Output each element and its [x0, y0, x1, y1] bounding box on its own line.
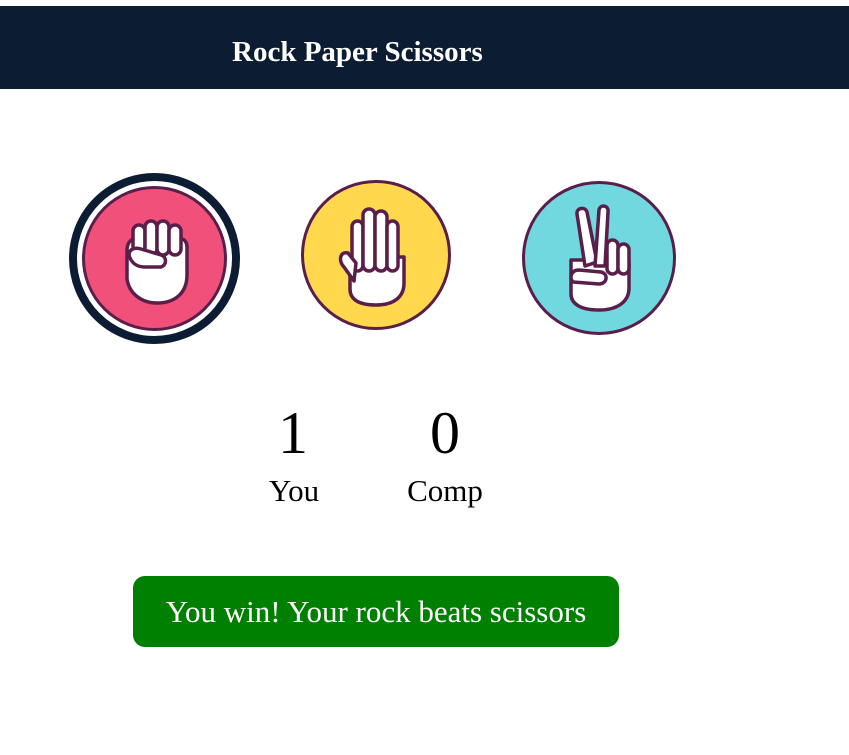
game-page: Rock Paper Scissors 1 You 0 Comp You win…	[0, 0, 849, 755]
comp-score-label: Comp	[407, 473, 483, 508]
comp-score: 0	[430, 400, 460, 466]
rock-badge	[82, 186, 227, 331]
rock-choice-button[interactable]	[69, 173, 240, 344]
user-score-label: You	[268, 473, 320, 508]
scissors-choice-button[interactable]	[522, 181, 676, 335]
user-score: 1	[278, 400, 308, 466]
page-title: Rock Paper Scissors	[232, 36, 483, 68]
paper-hand-icon	[338, 207, 406, 307]
scissors-hand-icon	[569, 204, 631, 312]
paper-choice-button[interactable]	[301, 180, 451, 330]
header-bar: Rock Paper Scissors	[0, 6, 849, 89]
rock-hand-icon	[125, 219, 189, 305]
result-message: You win! Your rock beats scissors	[133, 576, 619, 647]
